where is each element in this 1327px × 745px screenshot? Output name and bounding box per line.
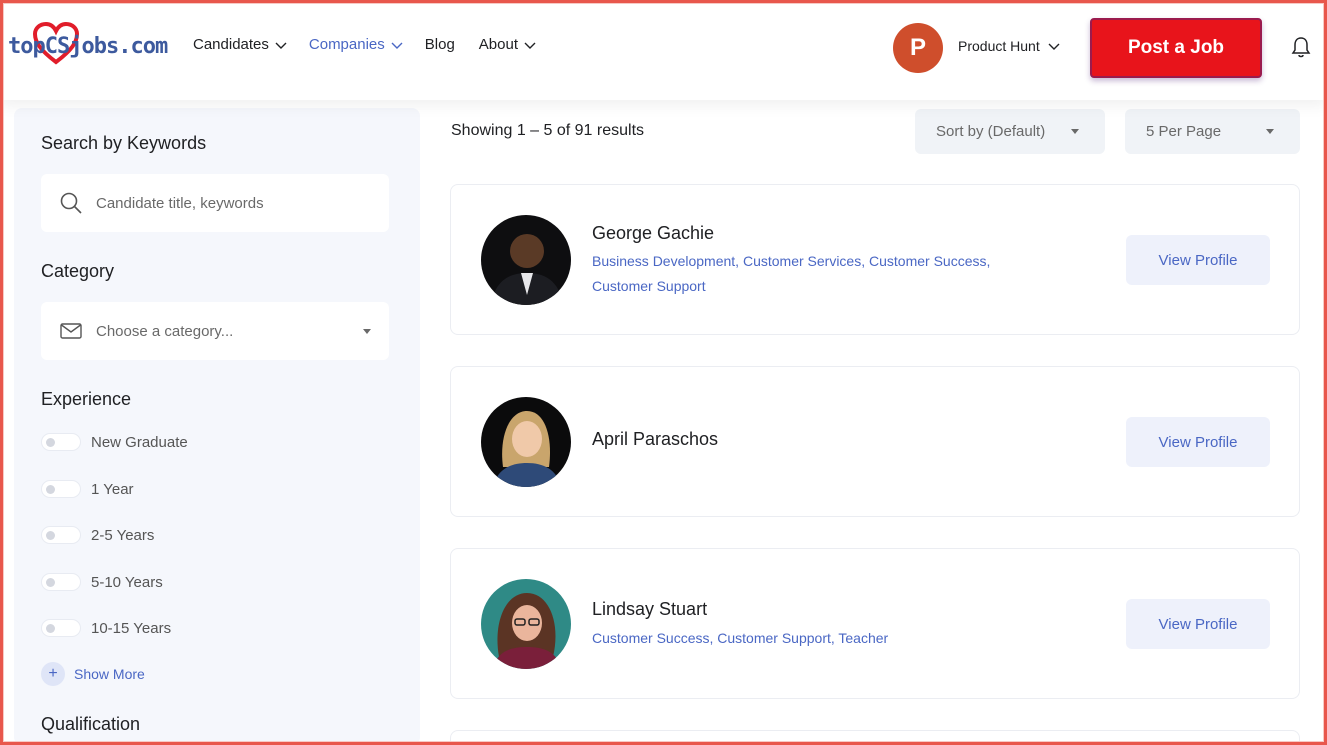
candidate-categories-line[interactable]: Customer Support (592, 274, 1042, 299)
candidate-categories-line[interactable]: Business Development, Customer Services,… (592, 249, 1042, 274)
site-logo[interactable]: topCSjobs.com (8, 22, 168, 72)
toggle-switch[interactable] (41, 480, 81, 498)
candidate-categories-line[interactable]: Customer Success, Customer Support, Teac… (592, 626, 1042, 651)
experience-option[interactable]: New Graduate (41, 433, 188, 451)
view-profile-button[interactable]: View Profile (1126, 599, 1270, 649)
plus-icon: + (41, 662, 65, 686)
nav-label: About (478, 36, 518, 53)
nav-companies[interactable]: Companies (308, 36, 403, 53)
experience-option[interactable]: 2-5 Years (41, 526, 154, 544)
search-icon (59, 191, 83, 215)
company-avatar[interactable]: P (893, 23, 943, 73)
bell-icon[interactable] (1290, 35, 1312, 64)
per-page-select-label: 5 Per Page (1146, 123, 1222, 140)
candidate-categories: Customer Success, Customer Support, Teac… (592, 626, 1042, 651)
toggle-switch[interactable] (41, 526, 81, 544)
candidate-photo[interactable] (481, 579, 571, 669)
toggle-switch[interactable] (41, 573, 81, 591)
envelope-icon (59, 319, 83, 343)
experience-option[interactable]: 1 Year (41, 480, 134, 498)
category-placeholder: Choose a category... (96, 322, 234, 340)
keyword-search-field[interactable]: Candidate title, keywords (41, 174, 389, 232)
sort-select-label: Sort by (Default) (936, 123, 1046, 140)
experience-option[interactable]: 5-10 Years (41, 573, 163, 591)
search-heading: Search by Keywords (41, 133, 207, 153)
caret-down-icon (1071, 129, 1079, 134)
view-profile-button[interactable]: View Profile (1126, 417, 1270, 467)
experience-option-label: 1 Year (91, 480, 134, 498)
show-more-label: Show More (74, 666, 145, 682)
experience-option[interactable]: 10-15 Years (41, 619, 171, 637)
candidate-card: George Gachie Business Development, Cust… (450, 184, 1300, 335)
main-nav: Candidates Companies Blog About (193, 36, 558, 53)
experience-option-label: 10-15 Years (91, 619, 172, 637)
nav-label: Companies (308, 36, 385, 53)
chevron-down-icon (391, 40, 403, 50)
toggle-switch[interactable] (41, 619, 81, 637)
candidate-name[interactable]: Lindsay Stuart (592, 599, 707, 620)
toggle-switch[interactable] (41, 433, 81, 451)
filter-sidebar: Search by Keywords Candidate title, keyw… (14, 108, 420, 745)
candidate-name[interactable]: George Gachie (592, 223, 714, 244)
candidate-card: April Paraschos View Profile (450, 366, 1300, 517)
company-menu[interactable]: Product Hunt (958, 38, 1060, 54)
nav-blog[interactable]: Blog (425, 36, 455, 53)
logo-text: topCSjobs.com (8, 34, 168, 59)
chevron-down-icon (275, 40, 287, 50)
category-heading: Category (41, 261, 115, 281)
candidate-name[interactable]: April Paraschos (592, 429, 718, 450)
candidate-photo[interactable] (481, 215, 571, 305)
nav-candidates[interactable]: Candidates (193, 36, 287, 53)
results-count: Showing 1 – 5 of 91 results (451, 122, 645, 139)
search-input-placeholder: Candidate title, keywords (96, 194, 264, 212)
chevron-down-icon (524, 40, 536, 50)
site-header: topCSjobs.com Candidates Companies Blog … (0, 0, 1327, 100)
sort-select[interactable]: Sort by (Default) (915, 109, 1105, 154)
candidate-card: Lindsay Stuart Customer Success, Custome… (450, 548, 1300, 699)
per-page-select[interactable]: 5 Per Page (1125, 109, 1300, 154)
candidate-card (450, 730, 1300, 745)
show-more-button[interactable]: + Show More (41, 662, 145, 686)
caret-down-icon (363, 328, 371, 334)
experience-heading: Experience (41, 389, 132, 409)
experience-option-label: 5-10 Years (91, 573, 163, 591)
company-name-label: Product Hunt (958, 38, 1040, 54)
qualification-heading: Qualification (41, 714, 141, 734)
experience-option-label: New Graduate (91, 433, 188, 451)
caret-down-icon (1266, 129, 1274, 134)
chevron-down-icon (1048, 38, 1060, 54)
category-select[interactable]: Choose a category... (41, 302, 389, 360)
post-job-button[interactable]: Post a Job (1090, 18, 1262, 78)
nav-label: Blog (424, 36, 455, 53)
experience-option-label: 2-5 Years (91, 526, 155, 544)
candidate-categories: Business Development, Customer Services,… (592, 249, 1042, 299)
nav-label: Candidates (193, 36, 269, 53)
nav-about[interactable]: About (478, 36, 536, 53)
candidate-photo[interactable] (481, 397, 571, 487)
view-profile-button[interactable]: View Profile (1126, 235, 1270, 285)
